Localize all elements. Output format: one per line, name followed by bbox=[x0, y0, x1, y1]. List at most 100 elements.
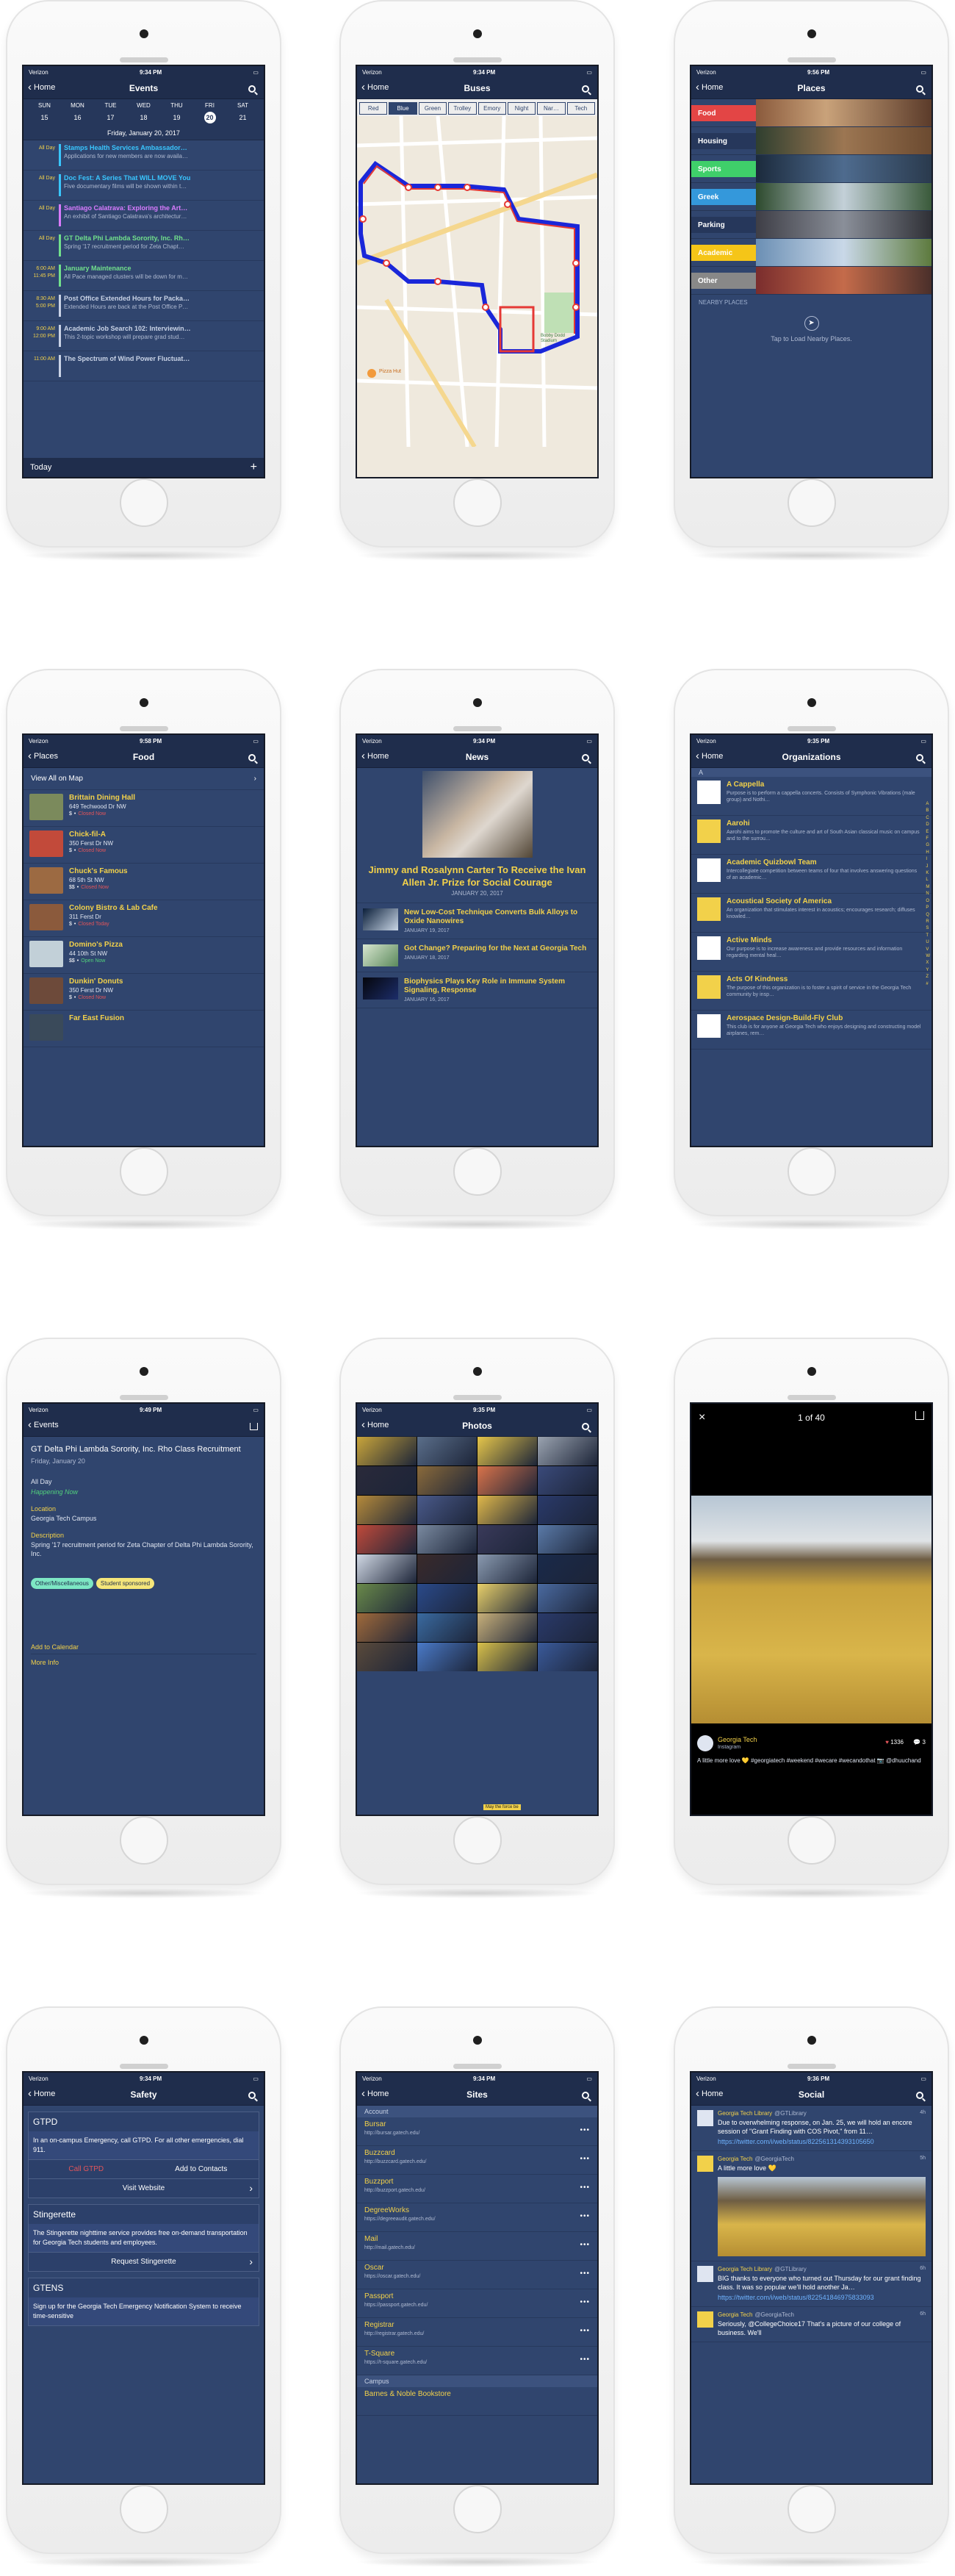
event-row[interactable]: 6:00 AM 11:45 PM January Maintenance All P… bbox=[24, 261, 264, 291]
site-row[interactable]: DegreeWorks https://degreeaudit.gatech.ed… bbox=[357, 2203, 597, 2232]
index-letter[interactable]: L bbox=[926, 877, 930, 883]
route-map[interactable]: Pizza Hut Bobby Dodd Stadium bbox=[357, 115, 597, 477]
search-button[interactable] bbox=[916, 2089, 926, 2099]
photo-thumbnail[interactable] bbox=[417, 1584, 477, 1612]
tweet[interactable]: Georgia Tech @GeorgiaTech 5h A little more … bbox=[691, 2151, 931, 2261]
news-row[interactable]: Biophysics Plays Key Role in Immune Syst… bbox=[357, 972, 597, 1008]
call-gtpd-button[interactable]: Call GTPD bbox=[29, 2160, 144, 2178]
share-icon[interactable] bbox=[250, 1423, 258, 1430]
organization-row[interactable]: A Cappella Purpose is to perform a cappel… bbox=[691, 777, 931, 816]
site-row[interactable]: Buzzport http://buzzport.gatech.edu/ ••• bbox=[357, 2175, 597, 2203]
index-letter[interactable]: T bbox=[926, 933, 930, 939]
tweet-link[interactable]: https://twitter.com/i/web/status/8225613… bbox=[718, 2137, 926, 2146]
food-row[interactable]: Far East Fusion bbox=[24, 1011, 264, 1047]
photo-thumbnail[interactable] bbox=[538, 1437, 597, 1465]
index-letter[interactable]: V bbox=[926, 947, 930, 953]
avatar[interactable] bbox=[697, 1735, 713, 1751]
organization-row[interactable]: Academic Quizbowl Team Intercollegiate co… bbox=[691, 855, 931, 894]
photo-thumbnail[interactable] bbox=[478, 1437, 537, 1465]
event-row[interactable]: 11:00 AM The Spectrum of Wind Power Fluct… bbox=[24, 351, 264, 381]
more-info-button[interactable]: More Info bbox=[31, 1659, 256, 1666]
photo-thumbnail[interactable] bbox=[478, 1466, 537, 1495]
location-icon[interactable]: ➤ bbox=[804, 316, 819, 331]
back-button[interactable]: ‹ Home bbox=[361, 2088, 389, 2099]
place-category-row[interactable]: Sports bbox=[691, 155, 931, 183]
back-button[interactable]: ‹ Home bbox=[696, 2088, 723, 2099]
hero-headline[interactable]: Jimmy and Rosalynn Carter To Receive the… bbox=[357, 858, 597, 890]
photo-thumbnail[interactable] bbox=[357, 1496, 417, 1524]
index-letter[interactable]: M bbox=[926, 884, 930, 891]
search-button[interactable] bbox=[582, 752, 591, 761]
site-row[interactable]: Registrar http://registrar.gatech.edu/ ••• bbox=[357, 2318, 597, 2347]
index-letter[interactable]: X bbox=[926, 960, 930, 966]
site-row[interactable]: Oscar https://oscar.gatech.edu/ ••• bbox=[357, 2261, 597, 2289]
photo-image[interactable] bbox=[691, 1496, 931, 1723]
news-row[interactable]: New Low-Cost Technique Converts Bulk All… bbox=[357, 903, 597, 939]
index-letter[interactable]: H bbox=[926, 850, 930, 856]
photo-thumbnail[interactable] bbox=[478, 1643, 537, 1671]
search-button[interactable] bbox=[916, 83, 926, 93]
index-letter[interactable]: P bbox=[926, 905, 930, 911]
back-button[interactable]: ‹ Home bbox=[28, 2088, 55, 2099]
avatar[interactable] bbox=[697, 2311, 713, 2328]
home-button[interactable] bbox=[119, 2485, 168, 2533]
route-tab[interactable]: Tech bbox=[566, 102, 595, 115]
route-tab[interactable]: Nar… bbox=[537, 102, 566, 115]
home-button[interactable] bbox=[787, 2485, 836, 2533]
photo-thumbnail[interactable] bbox=[478, 1525, 537, 1554]
back-button[interactable]: ‹ Home bbox=[361, 1419, 389, 1430]
photo-thumbnail[interactable] bbox=[538, 1613, 597, 1642]
index-letter[interactable]: D bbox=[926, 822, 930, 828]
today-button[interactable]: Today bbox=[30, 463, 51, 472]
organization-row[interactable]: Aarohi Aarohi aims to promote the culture… bbox=[691, 816, 931, 855]
photo-thumbnail[interactable] bbox=[357, 1525, 417, 1554]
share-icon[interactable] bbox=[915, 1411, 924, 1420]
day-button[interactable]: 21 bbox=[233, 112, 253, 123]
search-button[interactable] bbox=[582, 2089, 591, 2099]
photo-thumbnail[interactable] bbox=[417, 1437, 477, 1465]
tweet[interactable]: Georgia Tech Library @GTLibrary 4h Due to o… bbox=[691, 2106, 931, 2151]
index-letter[interactable]: R bbox=[926, 919, 930, 925]
index-letter[interactable]: S bbox=[926, 925, 930, 932]
home-button[interactable] bbox=[453, 2485, 502, 2533]
organization-row[interactable]: Active Minds Our purpose is to increase a… bbox=[691, 933, 931, 972]
route-tab[interactable]: Red bbox=[359, 102, 388, 115]
index-letter[interactable]: U bbox=[926, 939, 930, 946]
alphabet-index[interactable]: A B C D E F G H I J K L M N O P Q R S T U V W X Y Z # bbox=[926, 801, 930, 988]
organization-row[interactable]: Acts Of Kindness The purpose of this orga… bbox=[691, 972, 931, 1011]
index-letter[interactable]: W bbox=[926, 953, 930, 960]
search-button[interactable] bbox=[248, 2089, 258, 2099]
route-tab[interactable]: Night bbox=[507, 102, 536, 115]
photo-thumbnail[interactable] bbox=[478, 1613, 537, 1642]
site-row[interactable]: Buzzcard http://buzzcard.gatech.edu/ ••• bbox=[357, 2146, 597, 2175]
more-icon[interactable]: ••• bbox=[580, 2270, 590, 2278]
food-row[interactable]: Dunkin' Donuts 350 Ferst Dr NW $ • Closed No… bbox=[24, 974, 264, 1011]
food-row[interactable]: Chuck's Famous 68 5th St NW $$ • Closed Now bbox=[24, 864, 264, 900]
avatar[interactable] bbox=[697, 2156, 713, 2172]
photo-thumbnail[interactable] bbox=[357, 1613, 417, 1642]
index-letter[interactable]: B bbox=[926, 808, 930, 814]
index-letter[interactable]: O bbox=[926, 898, 930, 905]
home-button[interactable] bbox=[453, 1147, 502, 1196]
more-icon[interactable]: ••• bbox=[580, 2155, 590, 2163]
food-row[interactable]: Domino's Pizza 44 10th St NW $$ • Open Now bbox=[24, 937, 264, 974]
back-button[interactable]: ‹ Events bbox=[28, 1419, 59, 1430]
tag-chip[interactable]: Student sponsored bbox=[96, 1578, 155, 1589]
view-all-map-row[interactable]: View All on Map › bbox=[24, 768, 264, 790]
place-category-row[interactable]: Other bbox=[691, 267, 931, 295]
news-row[interactable]: Got Change? Preparing for the Next at Ge… bbox=[357, 939, 597, 972]
photo-thumbnail[interactable] bbox=[417, 1554, 477, 1583]
more-icon[interactable]: ••• bbox=[580, 2126, 590, 2134]
photo-thumbnail[interactable] bbox=[357, 1554, 417, 1583]
photo-thumbnail[interactable] bbox=[357, 1466, 417, 1495]
route-tab[interactable]: Trolley bbox=[448, 102, 477, 115]
back-button[interactable]: ‹ Home bbox=[28, 82, 55, 93]
home-button[interactable] bbox=[453, 478, 502, 527]
photo-thumbnail[interactable] bbox=[478, 1554, 537, 1583]
more-icon[interactable]: ••• bbox=[580, 2356, 590, 2364]
search-button[interactable] bbox=[916, 752, 926, 761]
index-letter[interactable]: J bbox=[926, 864, 930, 870]
more-icon[interactable]: ••• bbox=[580, 2241, 590, 2249]
food-row[interactable]: Brittain Dining Hall 649 Techwood Dr NW $ •… bbox=[24, 790, 264, 827]
place-category-row[interactable]: Greek bbox=[691, 183, 931, 211]
